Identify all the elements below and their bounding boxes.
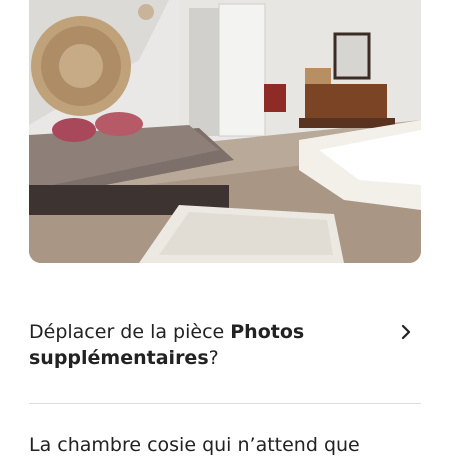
divider bbox=[29, 403, 421, 404]
room-photo-image bbox=[29, 0, 421, 263]
photo-caption[interactable]: La chambre cosie qui n’attend que bbox=[29, 432, 429, 458]
chevron-right-icon[interactable] bbox=[399, 325, 413, 339]
move-room-suffix: ? bbox=[208, 347, 219, 369]
move-room-row[interactable]: Déplacer de la pièce Photos supplémentai… bbox=[29, 319, 421, 379]
room-photo[interactable] bbox=[29, 0, 421, 263]
move-room-prefix: Déplacer de la pièce bbox=[29, 321, 231, 343]
move-room-text: Déplacer de la pièce Photos supplémentai… bbox=[29, 319, 389, 371]
